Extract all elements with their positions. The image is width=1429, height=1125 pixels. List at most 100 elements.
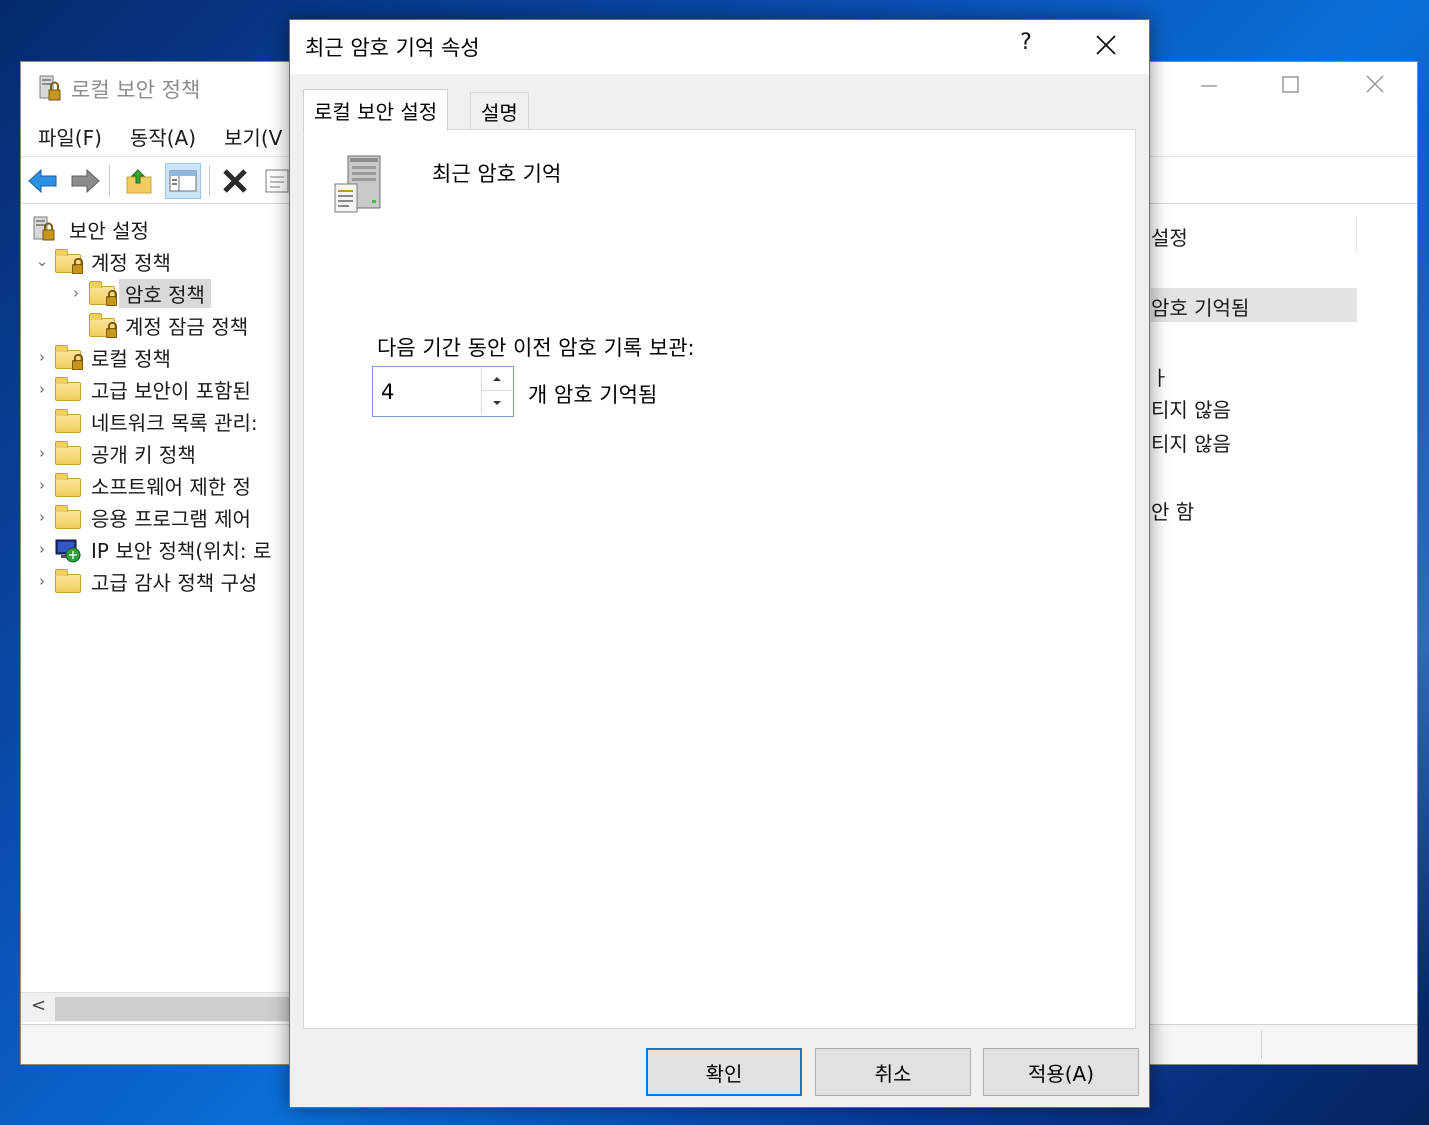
column-divider[interactable] [1356, 216, 1357, 252]
tree-item-label: 응용 프로그램 제어 [91, 506, 251, 531]
main-window-title: 로컬 보안 정책 [71, 78, 201, 102]
delete-button[interactable] [217, 163, 253, 199]
back-button[interactable] [25, 163, 61, 199]
tree-item-ip-security[interactable]: › IP 보안 정책(위치: 로 [31, 534, 271, 564]
tree-item-label: 로컬 정책 [91, 346, 171, 371]
list-item[interactable]: ㅏ [1151, 362, 1169, 391]
tree-item-label: 네트워크 목록 관리: [91, 410, 258, 435]
tree-item-account-policies[interactable]: ⌄ 계정 정책 [31, 246, 171, 276]
ok-button[interactable]: 확인 [646, 1048, 802, 1096]
tree-item-label: 계정 잠금 정책 [125, 314, 249, 339]
minimize-icon [1201, 85, 1217, 87]
main-close-button[interactable] [1355, 74, 1395, 104]
chevron-right-icon[interactable]: › [31, 348, 53, 366]
close-icon [1096, 35, 1116, 55]
console-tree: 보안 설정 ⌄ 계정 정책 › 암호 정책 계정 잠금 정책 › 로컬 정책 › [21, 210, 291, 1024]
help-button[interactable]: ? [1008, 30, 1044, 55]
tree-item-label: 소프트웨어 제한 정 [91, 474, 251, 499]
tree-item-label: 보안 설정 [69, 218, 149, 243]
list-item[interactable]: 티지 않음 [1151, 428, 1231, 457]
tab-local-security-setting[interactable]: 로컬 보안 설정 [303, 89, 449, 131]
security-policy-app-icon [39, 75, 61, 101]
chevron-right-icon[interactable]: › [31, 380, 53, 398]
properties-dialog: 최근 암호 기억 속성 ? 로컬 보안 설정 설명 최근 암호 기억 다음 기간… [289, 19, 1150, 1108]
scroll-left-icon[interactable]: < [31, 995, 46, 1016]
folder-icon [53, 440, 83, 466]
minimize-button[interactable] [1189, 74, 1229, 104]
password-count-spinbox[interactable] [372, 366, 514, 417]
chevron-right-icon[interactable]: › [31, 540, 53, 558]
ip-security-icon [53, 536, 83, 563]
chevron-right-icon[interactable]: › [31, 476, 53, 494]
details-pane: 설정 암호 기억됨 ㅏ 티지 않음 티지 않음 안 함 [1151, 210, 1419, 1024]
arrow-up-icon [492, 377, 501, 381]
properties-icon [265, 169, 289, 193]
chevron-right-icon[interactable]: › [31, 508, 53, 526]
folder-up-icon [126, 169, 152, 194]
tree-item-label: 고급 보안이 포함된 [91, 378, 251, 403]
menu-action[interactable]: 동작(A) [130, 122, 196, 151]
console-tree-icon [169, 170, 197, 192]
menu-file[interactable]: 파일(F) [38, 122, 102, 151]
apply-button[interactable]: 적용(A) [983, 1048, 1139, 1096]
show-hide-console-tree-button[interactable] [165, 163, 201, 199]
dialog-title-bar[interactable]: 최근 암호 기억 속성 ? [290, 20, 1149, 74]
tree-item-account-lockout-policy[interactable]: 계정 잠금 정책 [87, 310, 248, 340]
tree-item-label: 계정 정책 [91, 250, 171, 275]
folder-lock-icon [87, 312, 117, 338]
menu-view[interactable]: 보기(V [224, 122, 282, 151]
tree-item-password-policy[interactable]: › 암호 정책 [65, 278, 211, 308]
policy-server-icon [334, 155, 381, 213]
tree-item-label: 암호 정책 [119, 278, 211, 308]
tree-item-security-settings[interactable]: 보안 설정 [31, 214, 149, 244]
arrow-down-icon [492, 400, 501, 405]
folder-icon [53, 376, 83, 402]
security-settings-icon [31, 216, 61, 242]
close-icon [1366, 75, 1384, 93]
dialog-title: 최근 암호 기억 속성 [305, 36, 480, 60]
back-arrow-icon [28, 168, 57, 194]
list-item[interactable]: 암호 기억됨 [1151, 292, 1249, 321]
tree-item-network-list-manager[interactable]: 네트워크 목록 관리: [31, 406, 258, 436]
chevron-right-icon[interactable]: › [65, 284, 87, 302]
tab-page: 최근 암호 기억 다음 기간 동안 이전 암호 기록 보관: 개 암호 기억됨 [303, 129, 1136, 1029]
password-count-input[interactable] [375, 369, 479, 414]
passwords-remembered-label: 개 암호 기억됨 [528, 383, 658, 407]
policy-name: 최근 암호 기억 [432, 162, 562, 186]
folder-lock-icon [53, 248, 83, 274]
up-one-level-button[interactable] [121, 163, 157, 199]
dialog-close-button[interactable] [1086, 28, 1126, 64]
tree-item-public-key-policies[interactable]: › 공개 키 정책 [31, 438, 196, 468]
folder-icon [53, 568, 83, 594]
cancel-button[interactable]: 취소 [815, 1048, 971, 1096]
scrollbar-thumb[interactable] [55, 997, 291, 1021]
folder-icon [53, 504, 83, 530]
spin-up-button[interactable] [481, 368, 511, 391]
tree-item-label: 공개 키 정책 [91, 442, 196, 467]
list-item[interactable]: 티지 않음 [1151, 394, 1231, 423]
maximize-button[interactable] [1271, 74, 1311, 104]
folder-lock-icon [87, 280, 117, 306]
tree-item-advanced-firewall[interactable]: › 고급 보안이 포함된 [31, 374, 251, 404]
spin-buttons [481, 368, 511, 415]
chevron-right-icon[interactable]: › [31, 572, 53, 590]
tree-item-software-restriction[interactable]: › 소프트웨어 제한 정 [31, 470, 251, 500]
tree-item-local-policies[interactable]: › 로컬 정책 [31, 342, 171, 372]
horizontal-scrollbar[interactable]: < [21, 992, 291, 1022]
folder-icon [53, 472, 83, 498]
tree-item-advanced-audit[interactable]: › 고급 감사 정책 구성 [31, 566, 257, 596]
tab-explain[interactable]: 설명 [470, 92, 529, 129]
folder-lock-icon [53, 344, 83, 370]
tree-item-label: 고급 감사 정책 구성 [91, 570, 258, 595]
forward-arrow-icon [71, 168, 100, 194]
forward-button[interactable] [67, 163, 103, 199]
tree-item-application-control[interactable]: › 응용 프로그램 제어 [31, 502, 251, 532]
chevron-down-icon[interactable]: ⌄ [31, 252, 53, 270]
spin-down-button[interactable] [481, 391, 511, 414]
chevron-right-icon[interactable]: › [31, 444, 53, 462]
retain-history-label: 다음 기간 동안 이전 암호 기록 보관: [377, 336, 695, 360]
column-header-setting[interactable]: 설정 [1151, 222, 1188, 251]
tree-item-label: IP 보안 정책(위치: 로 [91, 538, 272, 563]
folder-icon [53, 408, 83, 434]
list-item[interactable]: 안 함 [1151, 496, 1194, 525]
